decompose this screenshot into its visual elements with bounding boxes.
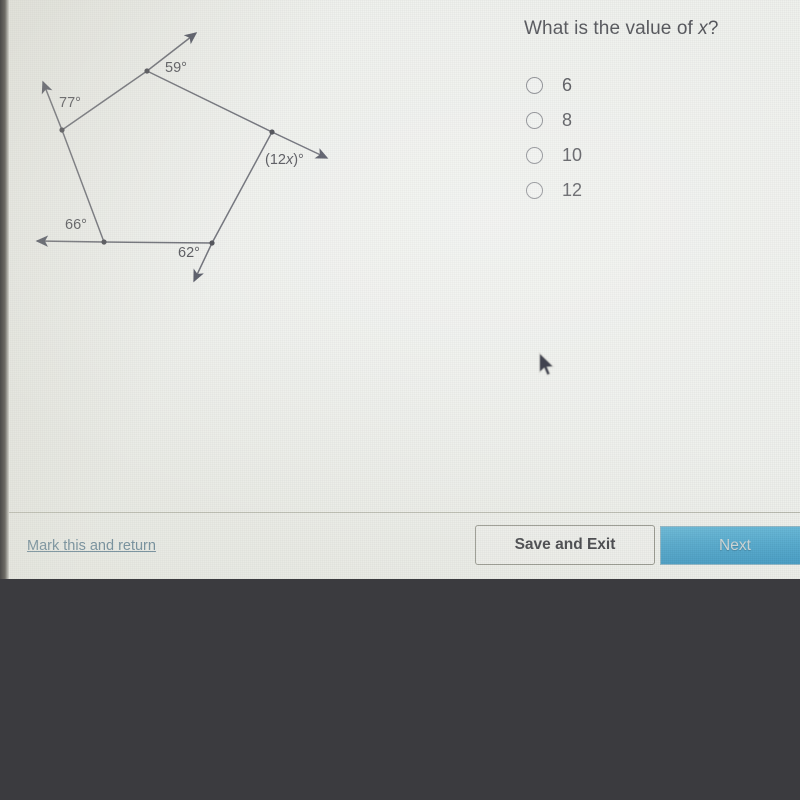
radio-button-icon-2[interactable] — [526, 147, 543, 164]
answer-options-list: 6 8 10 12 — [526, 68, 582, 208]
mark-this-and-return-link[interactable]: Mark this and return — [27, 538, 156, 554]
radio-button-icon-0[interactable] — [526, 77, 543, 94]
answer-option-3[interactable]: 12 — [526, 173, 582, 208]
pentagon-sides — [61, 70, 273, 244]
answer-label-1: 8 — [562, 110, 573, 130]
angle-label-top: 59° — [165, 60, 187, 76]
save-and-exit-button[interactable]: Save and Exit — [475, 525, 655, 565]
question-text-after: ? — [707, 18, 719, 39]
geometry-figure: 59° 77° 66° 62° (12x)° — [0, 0, 380, 310]
mouse-cursor-icon — [539, 352, 555, 376]
pentagon-vertices — [59, 68, 275, 246]
question-variable: x — [698, 18, 708, 39]
ray-lower-left — [35, 235, 105, 247]
question-text-before: What is the value of — [524, 18, 699, 39]
answer-option-1[interactable]: 8 — [526, 103, 582, 138]
angle-label-right: (12x)° — [265, 152, 304, 168]
pentagon-diagram-svg — [35, 32, 329, 283]
footer-bar: Mark this and return Save and Exit Next — [9, 513, 800, 579]
next-button-label: Next — [719, 536, 751, 554]
answer-label-0: 6 — [562, 75, 573, 95]
radio-button-icon-3[interactable] — [526, 182, 543, 199]
angle-label-lower-left: 66° — [65, 217, 87, 233]
radio-button-icon-1[interactable] — [526, 112, 543, 129]
answer-option-0[interactable]: 6 — [526, 68, 582, 103]
photo-left-edge — [0, 0, 9, 579]
answer-label-3: 12 — [562, 180, 583, 200]
answer-label-2: 10 — [562, 145, 583, 165]
next-button[interactable]: Next — [660, 526, 800, 565]
angle-right-prefix: (12 — [265, 152, 286, 168]
question-text: What is the value of x? — [524, 18, 719, 40]
answer-option-2[interactable]: 10 — [526, 138, 582, 173]
angle-right-suffix: )° — [293, 152, 304, 168]
quiz-page: 59° 77° 66° 62° (12x)° What is the value… — [0, 0, 800, 579]
angle-label-bottom: 62° — [178, 245, 200, 261]
angle-label-upper-left: 77° — [59, 95, 81, 111]
screen-photo: 59° 77° 66° 62° (12x)° What is the value… — [0, 0, 800, 800]
